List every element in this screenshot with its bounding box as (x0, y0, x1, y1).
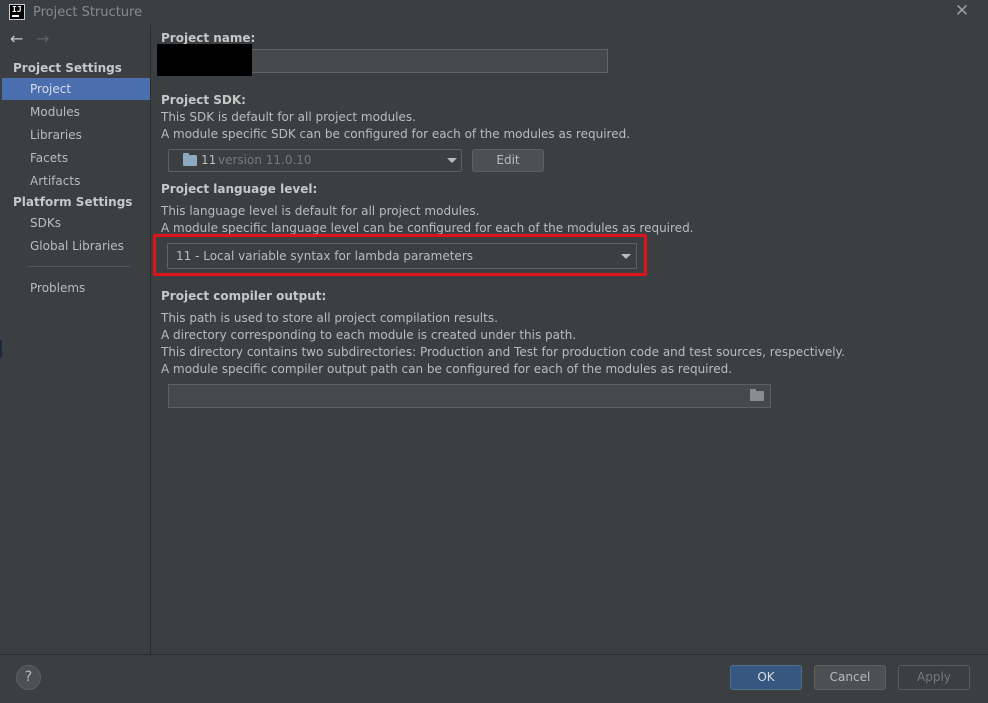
sidebar-item-problems[interactable]: Problems (2, 277, 150, 299)
left-edge-marker (0, 340, 2, 358)
folder-browse-icon[interactable] (750, 389, 764, 401)
sdk-version: version 11.0.10 (218, 153, 312, 167)
sdk-number: 11 (201, 153, 217, 167)
title-bar: IJ Project Structure ✕ (0, 0, 988, 25)
folder-icon (183, 153, 197, 166)
chevron-down-icon (447, 158, 457, 163)
sidebar-item-modules[interactable]: Modules (2, 101, 150, 123)
redacted-block (157, 44, 252, 76)
project-sdk-desc-2: A module specific SDK can be configured … (161, 127, 631, 141)
sidebar-item-sdks[interactable]: SDKs (2, 212, 150, 234)
project-settings-heading: Project Settings (13, 61, 122, 75)
cancel-button[interactable]: Cancel (814, 665, 886, 690)
compiler-output-desc-2: A directory corresponding to each module… (161, 328, 577, 342)
footer-separator (0, 654, 988, 655)
language-level-desc-1: This language level is default for all p… (161, 204, 480, 218)
sidebar-item-global-libraries[interactable]: Global Libraries (2, 235, 150, 257)
sidebar-item-artifacts[interactable]: Artifacts (2, 170, 150, 192)
compiler-output-desc-3: This directory contains two subdirectori… (161, 345, 845, 359)
help-button[interactable]: ? (16, 665, 41, 690)
close-icon[interactable]: ✕ (953, 1, 971, 21)
sidebar-separator (28, 266, 130, 267)
ok-button[interactable]: OK (730, 665, 802, 690)
apply-button[interactable]: Apply (898, 665, 970, 690)
project-sdk-desc-1: This SDK is default for all project modu… (161, 110, 416, 124)
project-name-label: Project name: (161, 31, 256, 45)
sidebar-item-project[interactable]: Project (2, 78, 150, 100)
project-sdk-dropdown[interactable]: 11 version 11.0.10 (168, 149, 462, 172)
back-arrow-icon[interactable]: ← (10, 29, 23, 48)
highlight-annotation (153, 234, 647, 276)
sidebar-item-facets[interactable]: Facets (2, 147, 150, 169)
project-sdk-label: Project SDK: (161, 93, 246, 107)
window-title: Project Structure (33, 5, 143, 20)
forward-arrow-icon[interactable]: → (36, 29, 49, 48)
platform-settings-heading: Platform Settings (13, 195, 133, 209)
compiler-output-desc-4: A module specific compiler output path c… (161, 362, 733, 376)
compiler-output-label: Project compiler output: (161, 289, 327, 303)
language-level-label: Project language level: (161, 182, 318, 196)
intellij-app-icon: IJ (9, 4, 25, 20)
app-icon-label: IJ (12, 5, 22, 14)
compiler-output-input[interactable] (168, 384, 771, 408)
sidebar-divider (150, 25, 151, 654)
sidebar-item-libraries[interactable]: Libraries (2, 124, 150, 146)
compiler-output-desc-1: This path is used to store all project c… (161, 311, 498, 325)
edit-sdk-button[interactable]: Edit (472, 149, 544, 172)
language-level-desc-2: A module specific language level can be … (161, 221, 694, 235)
